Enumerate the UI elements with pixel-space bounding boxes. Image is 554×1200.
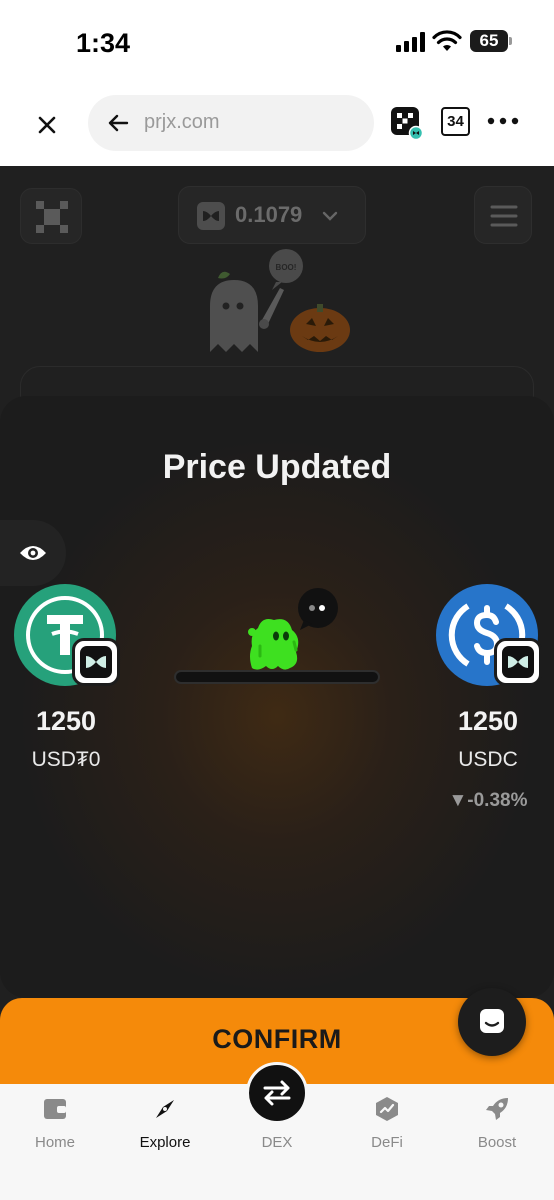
to-token-symbol: USDC [458, 748, 518, 771]
battery-tip [509, 37, 512, 45]
swap-progress-track [174, 670, 380, 684]
to-token-amount: 1250 [457, 706, 519, 736]
compass-icon [156, 1100, 174, 1118]
price-updated-modal: Price Updated 1250 USD₮0 1250 USDC ▼-0.3… [0, 396, 554, 998]
nav-label-dex: DEX [261, 1134, 293, 1151]
balance-value: 0.1079 [235, 202, 303, 227]
modal-title: Price Updated [162, 448, 392, 486]
swap-icon [263, 1080, 291, 1106]
wallet-extension-icon[interactable] [390, 106, 424, 140]
chevron-down-icon [322, 211, 338, 221]
nav-item-boost[interactable]: Boost [447, 1096, 547, 1160]
signal-icon [396, 32, 425, 52]
back-arrow-icon[interactable] [106, 111, 130, 135]
defi-icon [376, 1097, 398, 1121]
tabs-count-button[interactable]: 34 [441, 107, 470, 136]
status-time: 1:34 [76, 28, 131, 58]
nav-label-explore: Explore [139, 1134, 191, 1151]
chat-icon [480, 1009, 504, 1033]
hyperliquid-icon [86, 656, 106, 668]
rocket-icon [486, 1098, 508, 1120]
url-text[interactable]: prjx.com [144, 111, 220, 134]
from-token-symbol: USD₮0 [31, 748, 101, 771]
wifi-icon [432, 30, 462, 51]
nav-label-defi: DeFi [371, 1134, 403, 1151]
more-options-icon[interactable] [486, 114, 520, 128]
hyperevm-chain-badge [494, 638, 542, 686]
hamburger-icon [490, 205, 518, 227]
hyperliquid-logo-icon [197, 202, 225, 230]
typing-bubble-icon [298, 588, 338, 630]
status-bar: 1:34 65 [0, 0, 554, 80]
price-change-value: ▼-0.38% [448, 790, 528, 811]
visibility-toggle-button[interactable] [0, 520, 66, 586]
address-bar[interactable]: prjx.com [88, 95, 374, 151]
close-icon[interactable] [30, 108, 64, 142]
nav-label-home: Home [34, 1134, 75, 1151]
hyperliquid-icon [508, 656, 528, 668]
eye-icon [20, 546, 46, 560]
menu-button[interactable] [474, 186, 532, 244]
slime-mascot-icon [248, 619, 299, 670]
wallet-icon [44, 1099, 66, 1119]
hyperevm-chain-badge [72, 638, 120, 686]
mascot-bubble-text: BOO! [276, 263, 297, 272]
prjx-logo-icon [36, 201, 68, 233]
support-chat-button[interactable] [458, 988, 526, 1056]
nav-item-defi[interactable]: DeFi [337, 1096, 437, 1160]
balance-selector[interactable]: 0.1079 [178, 186, 366, 244]
nav-item-dex[interactable] [246, 1062, 308, 1124]
nav-item-home[interactable]: Home [5, 1096, 105, 1160]
nav-item-explore[interactable]: Explore [115, 1096, 215, 1160]
site-logo-button[interactable] [20, 188, 82, 244]
from-token-amount: 1250 [35, 706, 97, 736]
screen: 1:34 65 prjx.com 34 0.1079 BOO! Price Up… [0, 0, 554, 1200]
browser-toolbar: prjx.com 34 [0, 80, 554, 166]
battery-level: 65 [470, 30, 508, 52]
halloween-ghost-mascot: BOO! [210, 249, 350, 352]
nav-label-boost: Boost [477, 1134, 517, 1151]
